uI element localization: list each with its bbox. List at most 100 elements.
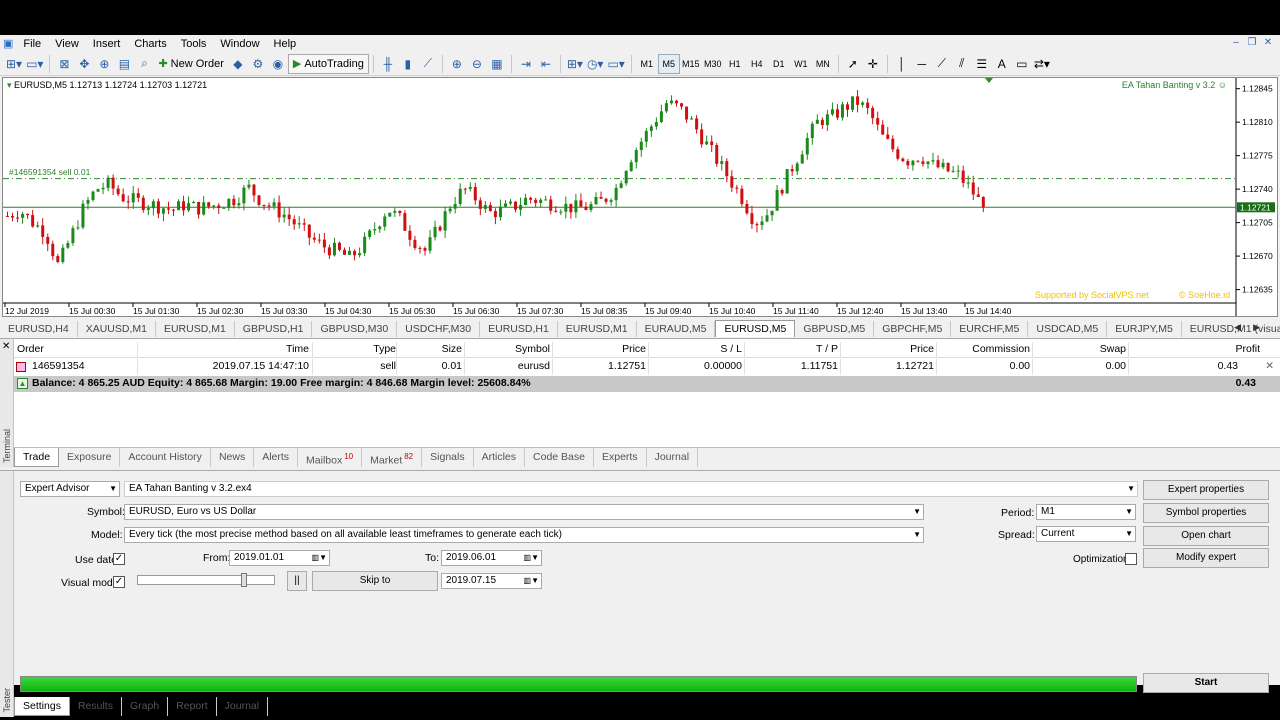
column-header[interactable]: T / P <box>746 343 838 355</box>
channel-icon[interactable]: ⫽ <box>952 54 972 74</box>
minimize-icon[interactable]: – <box>1230 37 1242 49</box>
tab-market[interactable]: Market 82 <box>362 448 423 467</box>
timeframe-h1[interactable]: H1 <box>724 54 746 74</box>
tab-exposure[interactable]: Exposure <box>59 448 121 467</box>
timeframe-m5[interactable]: M5 <box>657 53 680 74</box>
tab-alerts[interactable]: Alerts <box>254 448 299 467</box>
optimization-checkbox[interactable] <box>1125 553 1137 565</box>
menu-window[interactable]: Window <box>213 38 266 50</box>
model-select[interactable]: Every tick (the most precise method base… <box>124 527 924 543</box>
periods-icon[interactable]: ◷▾ <box>585 54 606 74</box>
table-row[interactable]: 146591354 2019.07.15 14:47:10 sell 0.01 euru… <box>14 359 1280 375</box>
navigator-icon[interactable]: ✥ <box>74 54 94 74</box>
chart-tab[interactable]: GBPUSD,M5 <box>795 321 875 337</box>
column-header[interactable]: Order <box>17 343 137 355</box>
close-panel-icon[interactable]: ✕ <box>2 341 10 352</box>
chart-tab[interactable]: XAUUSD,M1 <box>78 321 156 337</box>
arrows-icon[interactable]: ⇄▾ <box>1032 54 1052 74</box>
timeframe-m30[interactable]: M30 <box>702 54 724 74</box>
menu-tools[interactable]: Tools <box>174 38 214 50</box>
column-header[interactable]: Profit <box>1130 343 1260 355</box>
timeframe-mn[interactable]: MN <box>812 54 834 74</box>
crosshair-icon[interactable]: ✛ <box>863 54 883 74</box>
column-header[interactable]: Type <box>314 343 396 355</box>
chart-tab[interactable]: GBPUSD,M30 <box>312 321 398 337</box>
close-icon[interactable]: ✕ <box>1262 37 1274 49</box>
tab-account-history[interactable]: Account History <box>120 448 211 467</box>
label-tool-icon[interactable]: ▭ <box>1012 54 1032 74</box>
price-chart[interactable]: 1.12845 1.12810 1.12775 1.12740 1.12705 1.126… <box>3 78 1277 316</box>
templates-icon[interactable]: ▭▾ <box>605 54 626 74</box>
column-header[interactable]: S / L <box>650 343 742 355</box>
chart-tab[interactable]: EURCHF,M5 <box>951 321 1029 337</box>
text-tool-icon[interactable]: A <box>992 54 1012 74</box>
autoscroll-icon[interactable]: ⇥ <box>516 54 536 74</box>
line-chart-icon[interactable]: ⟋ <box>418 54 438 74</box>
data-window-icon[interactable]: ⊕ <box>94 54 114 74</box>
chart-tab[interactable]: EURUSD,H1 <box>480 321 558 337</box>
metaeditor-icon[interactable]: ◆ <box>228 54 248 74</box>
column-header[interactable]: Commission <box>938 343 1030 355</box>
column-header[interactable]: Price <box>554 343 646 355</box>
timeframe-m1[interactable]: M1 <box>636 54 658 74</box>
column-header[interactable]: Price <box>842 343 934 355</box>
tab-scroll-arrows-icon[interactable]: ◀▶ <box>1234 322 1272 333</box>
pause-button[interactable]: || <box>287 571 307 591</box>
slider-thumb[interactable] <box>240 573 247 587</box>
symbol-properties-button[interactable]: Symbol properties <box>1143 503 1269 523</box>
zoom-in-icon[interactable]: ⊕ <box>447 54 467 74</box>
tab-mailbox[interactable]: Mailbox 10 <box>298 448 363 467</box>
tile-windows-icon[interactable]: ▦ <box>487 54 507 74</box>
tester-tab-results[interactable]: Results <box>70 697 122 716</box>
chart-tab[interactable]: EURUSD,M1 <box>558 321 637 337</box>
start-button[interactable]: Start <box>1143 673 1269 693</box>
visual-mode-checkbox[interactable]: ✓ <box>113 576 125 588</box>
skip-to-button[interactable]: Skip to <box>312 571 438 591</box>
signals-icon[interactable]: ◉ <box>268 54 288 74</box>
expert-select[interactable]: EA Tahan Banting v 3.2.ex4 ▼ <box>124 481 1138 497</box>
market-watch-icon[interactable]: ⊠ <box>54 54 74 74</box>
column-header[interactable]: Swap <box>1034 343 1126 355</box>
restore-icon[interactable]: ❐ <box>1246 37 1258 49</box>
timeframe-w1[interactable]: W1 <box>790 54 812 74</box>
tester-tab-graph[interactable]: Graph <box>122 697 169 716</box>
vertical-line-icon[interactable]: │ <box>892 54 912 74</box>
tester-tab-report[interactable]: Report <box>168 697 217 716</box>
bar-chart-icon[interactable]: ╫ <box>378 54 398 74</box>
use-date-checkbox[interactable]: ✓ <box>113 553 125 565</box>
spread-select[interactable]: Current ▼ <box>1036 526 1136 542</box>
menu-help[interactable]: Help <box>267 38 304 50</box>
open-chart-button[interactable]: Open chart <box>1143 526 1269 546</box>
chart-tab[interactable]: EURUSD,M5 <box>715 320 796 337</box>
close-order-icon[interactable]: ✕ <box>1265 360 1274 372</box>
tab-code-base[interactable]: Code Base <box>525 448 594 467</box>
expert-properties-button[interactable]: Expert properties <box>1143 480 1269 500</box>
to-date-field[interactable]: 2019.06.01 ▥▼ <box>441 550 542 566</box>
chart-tab[interactable]: EURUSD,M1 <box>156 321 235 337</box>
tab-articles[interactable]: Articles <box>474 448 526 467</box>
tab-trade[interactable]: Trade <box>14 448 60 467</box>
chart-tab[interactable]: EURUSD,H4 <box>0 321 78 337</box>
tab-experts[interactable]: Experts <box>594 448 647 467</box>
horizontal-line-icon[interactable]: ─ <box>912 54 932 74</box>
menu-insert[interactable]: Insert <box>86 38 128 50</box>
options-icon[interactable]: ⚙ <box>248 54 268 74</box>
mode-select[interactable]: Expert Advisor ▼ <box>20 481 120 497</box>
skip-to-date-field[interactable]: 2019.07.15 ▥▼ <box>441 573 542 589</box>
new-chart-icon[interactable]: ⊞▾ <box>4 54 24 74</box>
from-date-field[interactable]: 2019.01.01 ▥▼ <box>229 550 330 566</box>
visual-speed-slider[interactable] <box>137 573 275 587</box>
chart-tab[interactable]: GBPUSD,H1 <box>235 321 313 337</box>
chart-tab[interactable]: EURAUD,M5 <box>637 321 716 337</box>
modify-expert-button[interactable]: Modify expert <box>1143 548 1269 568</box>
terminal-icon[interactable]: ▤ <box>114 54 134 74</box>
chart-tab[interactable]: USDCHF,M30 <box>397 321 481 337</box>
column-header[interactable]: Symbol <box>466 343 550 355</box>
trendline-icon[interactable]: ⟋ <box>932 54 952 74</box>
menu-file[interactable]: File <box>16 38 48 50</box>
timeframe-m15[interactable]: M15 <box>680 54 702 74</box>
chart-window[interactable]: 1.12845 1.12810 1.12775 1.12740 1.12705 1.126… <box>2 77 1278 317</box>
fibonacci-icon[interactable]: ☰ <box>972 54 992 74</box>
chart-shift-icon[interactable]: ⇤ <box>536 54 556 74</box>
strategy-tester-icon[interactable]: ⌕ <box>134 54 154 74</box>
